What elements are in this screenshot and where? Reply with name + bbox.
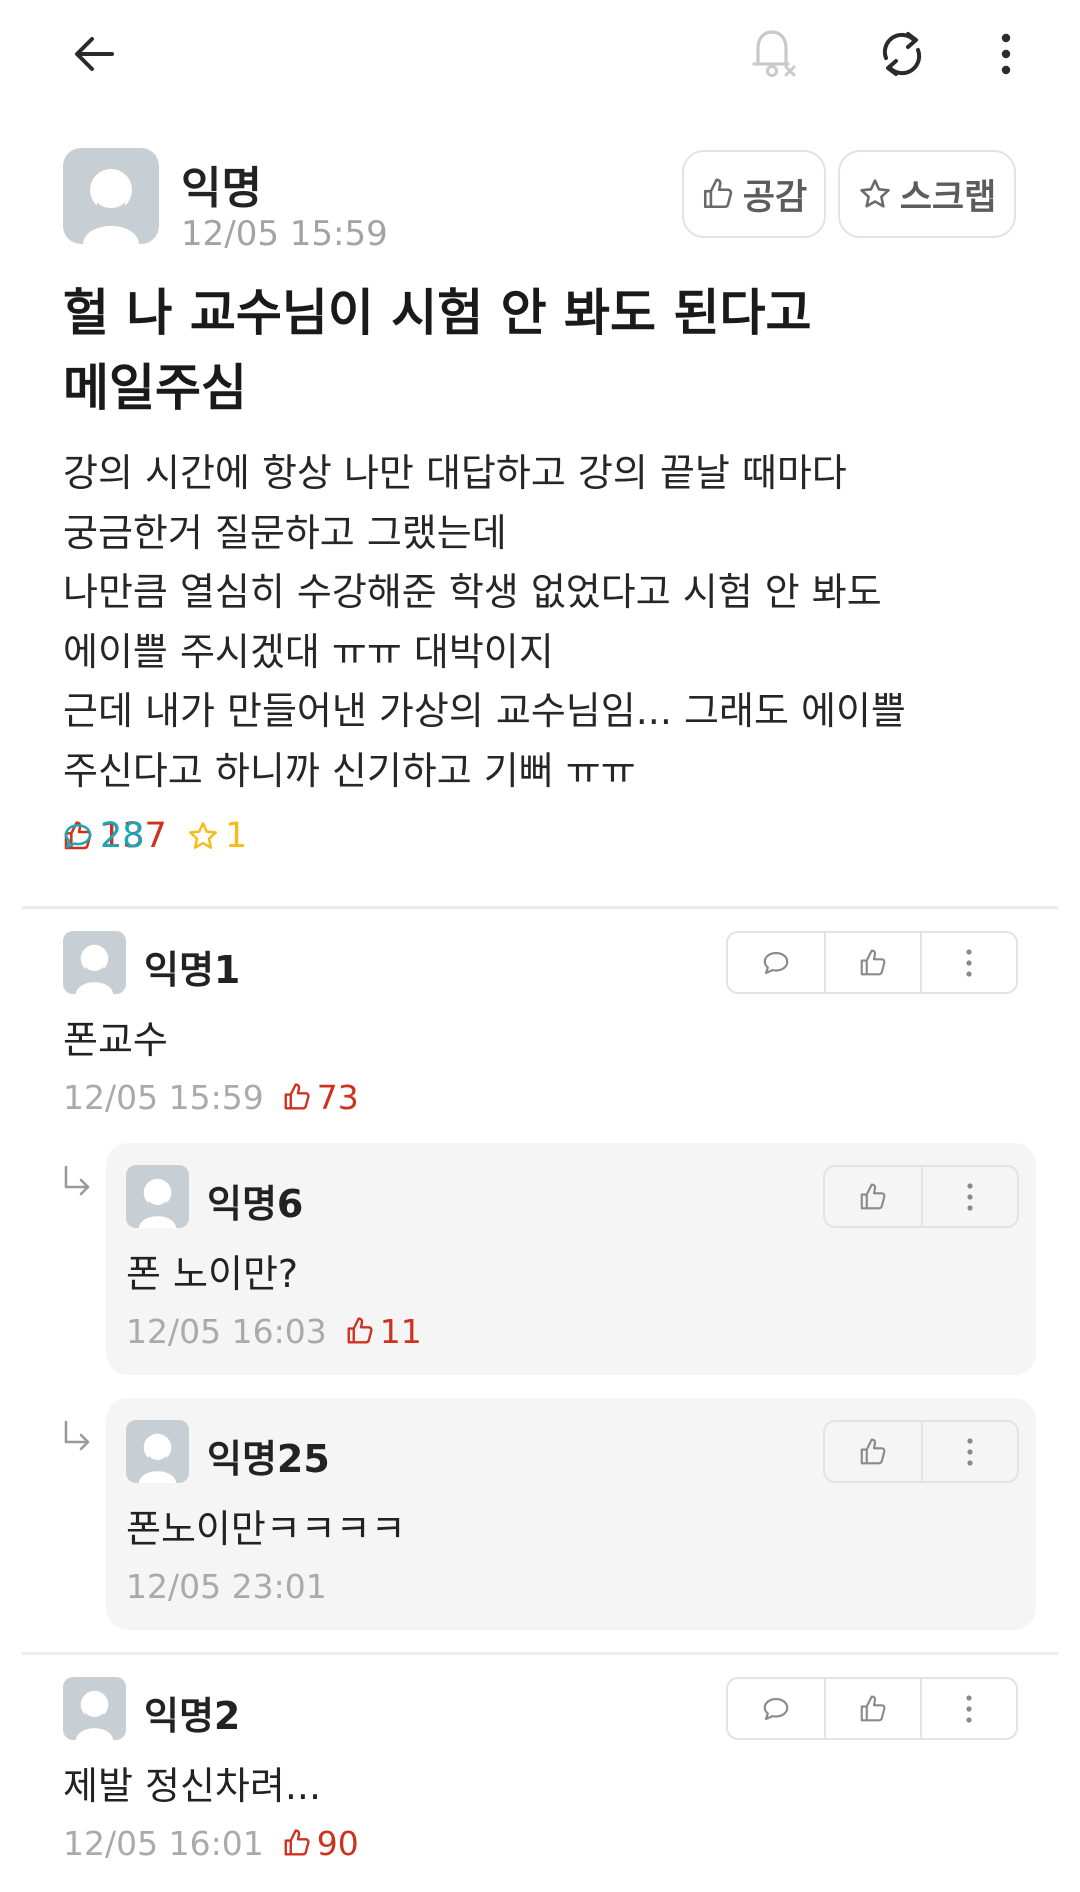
reply-more-button[interactable]: [921, 1422, 1017, 1481]
comment-meta: 12/05 16:01 90: [63, 1821, 359, 1865]
post-body-line: 주신다고 하니까 신기하고 기뻐 ㅠㅠ: [63, 748, 636, 793]
post-body-line: 나만큼 열심히 수강해준 학생 없었다고 시험 안 봐도: [63, 570, 882, 614]
reply-arrow-icon: [64, 1420, 90, 1451]
comment-likes-value: 90: [316, 1823, 359, 1863]
post-body-line: 강의 시간에 항상 나만 대답하고 강의 끝날 때마다: [63, 451, 847, 495]
post-author: 익명: [181, 163, 262, 214]
avatar: [63, 148, 159, 244]
thumbs-up-icon: [284, 1829, 310, 1856]
comment-likes: 90: [282, 1824, 359, 1863]
post-body: 강의 시간에 항상 나만 대답하고 강의 끝날 때마다 궁금한거 질문하고 그랬…: [63, 444, 1023, 801]
comment-author: 익명1: [144, 948, 241, 992]
reply-meta: 12/05 16:03 11: [126, 1309, 422, 1353]
comment-like-button[interactable]: [824, 1679, 920, 1738]
divider: [22, 906, 1058, 909]
more-vertical-icon: [966, 1694, 972, 1723]
reply-more-button[interactable]: [921, 1167, 1017, 1226]
more-options-button[interactable]: [974, 22, 1038, 86]
divider: [22, 1652, 1058, 1655]
comment-meta: 12/05 15:59 73: [63, 1075, 359, 1119]
thumbs-up-icon: [860, 948, 886, 975]
reply-card: 익명6 폰 노이만? 12/05 16:03 11: [106, 1143, 1036, 1375]
scrap-button-label: 스크랩: [899, 177, 997, 218]
reply-arrow-icon: [64, 1165, 90, 1196]
reply-like-button[interactable]: [825, 1422, 921, 1481]
comment-time: 12/05 16:01: [63, 1823, 264, 1863]
reply-time: 12/05 16:03: [126, 1311, 327, 1351]
avatar: [63, 1677, 126, 1740]
comment-actions: [726, 1677, 1018, 1740]
post-body-line: 근데 내가 만들어낸 가상의 교수님임... 그래도 에이쁠: [63, 689, 906, 733]
like-button[interactable]: 공감: [682, 150, 826, 238]
post-time: 12/05 15:59: [181, 214, 388, 254]
comment-icon: [763, 1697, 789, 1720]
comment-time: 12/05 15:59: [63, 1077, 264, 1117]
reply-time: 12/05 23:01: [126, 1566, 327, 1606]
comment-count-value: 28: [100, 816, 145, 856]
scrap-button[interactable]: 스크랩: [838, 150, 1016, 238]
post-stats: 137 28 1: [62, 814, 267, 858]
thumbs-up-icon: [860, 1182, 886, 1209]
reply-likes-value: 11: [379, 1311, 422, 1351]
notification-off-button[interactable]: [742, 22, 806, 86]
reply-like-button[interactable]: [825, 1167, 921, 1226]
comment-count: 28: [62, 816, 1080, 856]
star-icon: [859, 179, 890, 208]
thumbs-up-icon: [860, 1694, 886, 1721]
reply-card: 익명25 폰노이만ㅋㅋㅋㅋ 12/05 23:01: [106, 1398, 1036, 1630]
reply-meta: 12/05 23:01: [126, 1564, 327, 1608]
more-vertical-icon: [967, 1182, 973, 1211]
reply-author: 익명6: [207, 1182, 304, 1226]
post-title-line: 메일주심: [63, 359, 247, 417]
back-button[interactable]: [62, 22, 126, 86]
reply-body: 폰 노이만?: [126, 1252, 299, 1296]
comment-icon: [64, 824, 92, 848]
avatar: [63, 931, 126, 994]
bell-off-icon: [752, 30, 796, 77]
more-vertical-icon: [967, 1437, 973, 1466]
comment-more-button[interactable]: [920, 933, 1016, 992]
reply-actions: [823, 1420, 1019, 1483]
comment-more-button[interactable]: [920, 1679, 1016, 1738]
reply-likes: 11: [345, 1312, 422, 1351]
reply-actions: [823, 1165, 1019, 1228]
comment-author: 익명2: [144, 1694, 241, 1738]
more-vertical-icon: [966, 948, 972, 977]
thumbs-up-icon: [703, 178, 732, 209]
comment-like-button[interactable]: [824, 933, 920, 992]
comment-likes: 73: [282, 1078, 359, 1117]
comment-body: 제발 정신차려...: [63, 1764, 322, 1808]
thumbs-up-icon: [860, 1437, 886, 1464]
refresh-icon: [882, 32, 922, 76]
post-body-line: 궁금한거 질문하고 그랬는데: [63, 510, 507, 555]
like-button-label: 공감: [742, 177, 808, 218]
comment-icon: [763, 951, 789, 974]
top-bar: [0, 0, 1080, 108]
reply-button[interactable]: [728, 933, 824, 992]
thumbs-up-icon: [347, 1317, 373, 1344]
comment-likes-value: 73: [316, 1077, 359, 1117]
post-title: 헐 나 교수님이 시험 안 봐도 된다고 메일주심: [63, 276, 963, 426]
comment-body: 폰교수: [63, 1018, 168, 1062]
arrow-left-icon: [75, 37, 114, 71]
post-body-line: 에이쁠 주시겠대 ㅠㅠ 대박이지: [63, 629, 554, 674]
reply-author: 익명25: [207, 1437, 330, 1481]
avatar: [126, 1420, 189, 1483]
thumbs-up-icon: [284, 1083, 310, 1110]
comment-actions: [726, 931, 1018, 994]
post-title-line: 헐 나 교수님이 시험 안 봐도 된다고: [63, 284, 812, 342]
more-vertical-icon: [1001, 33, 1011, 75]
reply-button[interactable]: [728, 1679, 824, 1738]
refresh-button[interactable]: [870, 22, 934, 86]
avatar: [126, 1165, 189, 1228]
reply-body: 폰노이만ㅋㅋㅋㅋ: [126, 1507, 406, 1551]
